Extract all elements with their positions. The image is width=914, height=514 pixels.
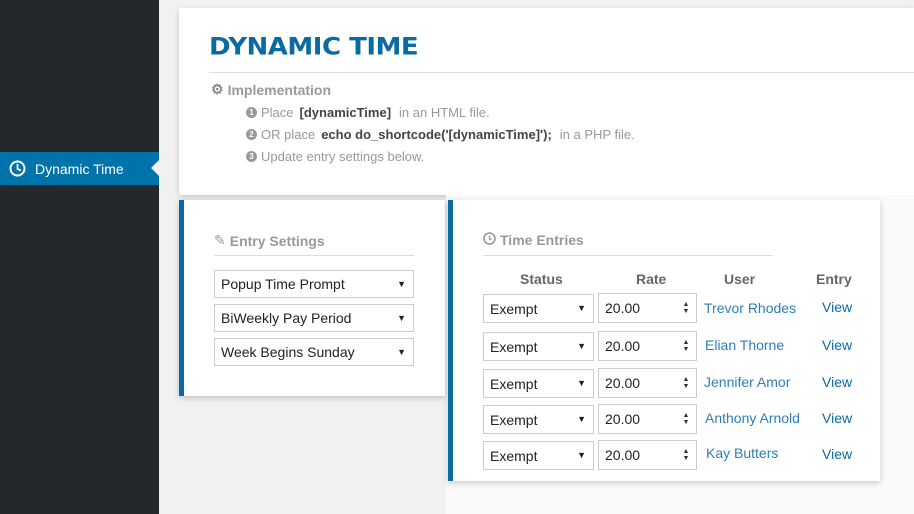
- select-value: Exempt: [490, 338, 538, 355]
- column-header-rate: Rate: [636, 271, 667, 287]
- user-link[interactable]: Elian Thorne: [705, 337, 784, 353]
- admin-sidebar: Dynamic Time: [0, 0, 159, 514]
- select-value: BiWeekly Pay Period: [221, 310, 352, 326]
- select-value: Exempt: [490, 447, 538, 464]
- gear-icon: ⚙: [211, 81, 224, 97]
- user-link[interactable]: Anthony Arnold: [705, 410, 800, 426]
- time-entries-panel: Time Entries Status Rate User Entry Exem…: [448, 200, 880, 481]
- step-2: 2 OR place echo do_shortcode('[dynamicTi…: [246, 127, 635, 142]
- view-entry-link[interactable]: View: [822, 374, 852, 390]
- caret-down-icon: ▼: [397, 279, 406, 289]
- active-indicator: [151, 160, 159, 176]
- column-header-user: User: [724, 271, 756, 287]
- select-value: Week Begins Sunday: [221, 344, 355, 360]
- view-entry-link[interactable]: View: [822, 410, 852, 426]
- caret-down-icon: ▼: [577, 378, 586, 388]
- rate-input[interactable]: 20.00 ▲ ▼: [598, 440, 697, 470]
- user-link[interactable]: Trevor Rhodes: [704, 300, 796, 316]
- rate-input[interactable]: 20.00 ▲ ▼: [598, 404, 697, 434]
- status-select[interactable]: Exempt ▼: [483, 294, 594, 323]
- entry-settings-heading: ✎ Entry Settings: [214, 232, 325, 249]
- step-code: echo do_shortcode('[dynamicTime]');: [321, 127, 552, 142]
- step-suffix: in a PHP file.: [559, 127, 635, 142]
- user-link[interactable]: Jennifer Amor: [704, 374, 790, 390]
- spinner-icon[interactable]: ▲ ▼: [682, 301, 690, 315]
- time-entries-title: Time Entries: [500, 232, 584, 248]
- prompt-select[interactable]: Popup Time Prompt ▼: [214, 270, 414, 298]
- divider: [209, 72, 914, 73]
- select-value: Exempt: [490, 300, 538, 317]
- select-value: Exempt: [490, 375, 538, 392]
- clock-icon: [9, 160, 26, 177]
- user-link[interactable]: Kay Butters: [706, 445, 778, 461]
- implementation-title: Implementation: [227, 81, 332, 98]
- step-prefix: OR place: [261, 127, 316, 142]
- spinner-icon[interactable]: ▲ ▼: [682, 339, 690, 353]
- status-select[interactable]: Exempt ▼: [483, 369, 594, 398]
- week-start-select[interactable]: Week Begins Sunday ▼: [214, 338, 414, 366]
- caret-down-icon: ▼: [577, 450, 586, 460]
- select-value: Popup Time Prompt: [221, 276, 345, 292]
- step-suffix: in an HTML file.: [399, 105, 490, 120]
- caret-down-icon: ▼: [577, 414, 586, 424]
- caret-down-icon: ▼: [577, 303, 586, 313]
- entry-settings-panel: ✎ Entry Settings Popup Time Prompt ▼ BiW…: [179, 200, 445, 396]
- rate-input[interactable]: 20.00 ▲ ▼: [598, 331, 697, 361]
- rate-input[interactable]: 20.00 ▲ ▼: [598, 368, 697, 398]
- status-select[interactable]: Exempt ▼: [483, 332, 594, 361]
- step-3: 3 Update entry settings below.: [246, 149, 424, 164]
- view-entry-link[interactable]: View: [822, 337, 852, 353]
- column-header-status: Status: [520, 271, 563, 287]
- rate-value: 20.00: [605, 447, 641, 463]
- view-entry-link[interactable]: View: [822, 299, 852, 315]
- rate-value: 20.00: [605, 411, 641, 427]
- step-number: 2: [246, 129, 257, 140]
- caret-down-icon: ▼: [397, 313, 406, 323]
- rate-value: 20.00: [605, 300, 641, 316]
- step-number: 3: [246, 151, 257, 162]
- plugin-logo: DYNAMIC TIME: [209, 33, 419, 61]
- spinner-icon[interactable]: ▲ ▼: [682, 376, 690, 390]
- caret-down-icon: ▼: [577, 341, 586, 351]
- sidebar-item-label: Dynamic Time: [35, 160, 124, 177]
- select-value: Exempt: [490, 411, 538, 428]
- column-header-entry: Entry: [816, 271, 852, 287]
- implementation-heading: ⚙ Implementation: [211, 81, 331, 98]
- pencil-icon: ✎: [214, 232, 226, 248]
- caret-down-icon: ▼: [397, 347, 406, 357]
- status-select[interactable]: Exempt ▼: [483, 405, 594, 434]
- step-number: 1: [246, 107, 257, 118]
- spinner-icon[interactable]: ▲ ▼: [682, 448, 690, 462]
- divider: [214, 255, 414, 256]
- step-prefix: Place: [261, 105, 294, 120]
- clock-icon: [483, 232, 496, 248]
- step-1: 1 Place [dynamicTime] in an HTML file.: [246, 105, 490, 120]
- spinner-icon[interactable]: ▲ ▼: [682, 412, 690, 426]
- sidebar-item-dynamic-time[interactable]: Dynamic Time: [0, 152, 159, 185]
- rate-value: 20.00: [605, 338, 641, 354]
- implementation-panel: DYNAMIC TIME ⚙ Implementation 1 Place [d…: [179, 8, 914, 195]
- step-code: [dynamicTime]: [299, 105, 392, 120]
- rate-input[interactable]: 20.00 ▲ ▼: [598, 293, 697, 323]
- step-prefix: Update entry settings below.: [261, 149, 425, 164]
- view-entry-link[interactable]: View: [822, 446, 852, 462]
- divider: [483, 255, 773, 256]
- status-select[interactable]: Exempt ▼: [483, 441, 594, 470]
- entry-settings-title: Entry Settings: [229, 232, 325, 249]
- pay-period-select[interactable]: BiWeekly Pay Period ▼: [214, 304, 414, 332]
- time-entries-heading: Time Entries: [483, 232, 584, 248]
- rate-value: 20.00: [605, 375, 641, 391]
